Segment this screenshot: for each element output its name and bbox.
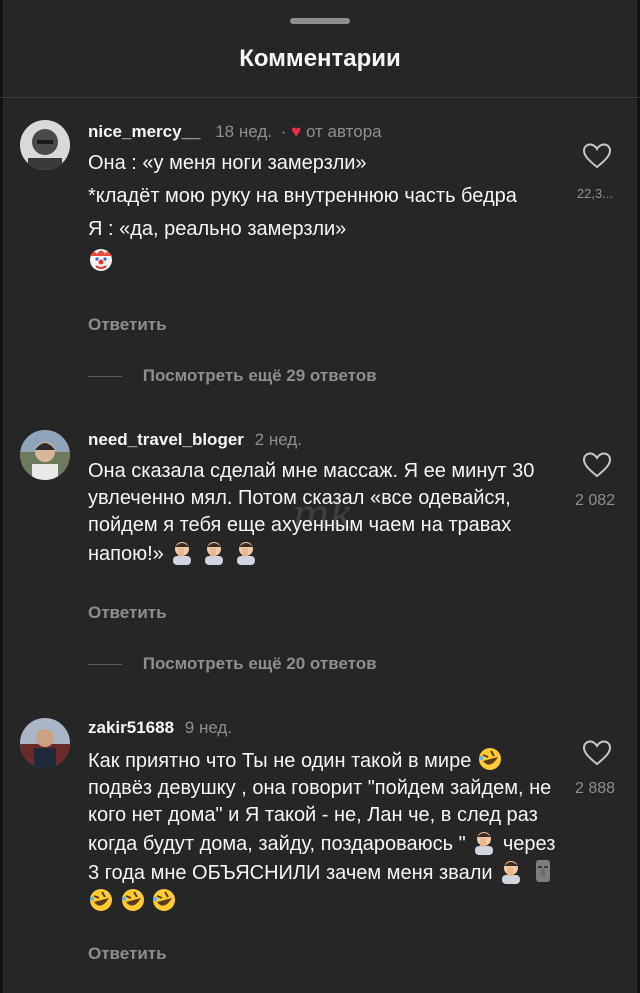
like-button[interactable] [577, 740, 617, 766]
username[interactable]: need_travel_bloger [88, 430, 244, 449]
avatar[interactable] [20, 120, 70, 170]
comment-time: 9 нед. [184, 718, 233, 737]
facepalm-icon [169, 539, 195, 565]
view-replies-button[interactable]: Посмотреть ещё 20 ответов [88, 654, 377, 674]
author-heart-icon: ♥ [291, 122, 302, 141]
view-replies-button[interactable]: Посмотреть ещё 29 ответов [88, 366, 377, 386]
comment-line: Я : «да, реально замерзли» [88, 218, 347, 240]
reply-button[interactable]: Ответить [88, 944, 167, 964]
avatar[interactable] [20, 430, 70, 480]
rofl-icon [151, 887, 177, 913]
comment-line: *кладёт мою руку на внутреннюю часть бед… [88, 185, 517, 207]
replies-line [88, 376, 122, 378]
clown-face-icon [88, 247, 114, 281]
sheet-title: Комментарии [239, 45, 401, 72]
comment-text: Она : «у меня ноги замерзли» *кладёт мою… [88, 150, 550, 281]
author-like-label: от автора [305, 122, 382, 141]
comment-line: Она : «у меня ноги замерзли» [88, 152, 367, 174]
comment-meta: zakir51688 9 нед. [88, 718, 232, 738]
view-replies-label: Посмотреть ещё 29 ответов [142, 366, 377, 385]
moai-icon [530, 858, 556, 884]
replies-line [88, 664, 122, 666]
comment-meta: nice_mercy__ 18 нед. · ♥ от автора [88, 122, 382, 142]
rofl-icon [477, 746, 503, 772]
like-button[interactable] [577, 452, 617, 478]
comment-time: 2 нед. [254, 430, 302, 449]
facepalm-icon [498, 858, 524, 884]
facepalm-icon [201, 539, 227, 565]
comment-meta: need_travel_bloger 2 нед. [88, 430, 302, 450]
reply-button[interactable]: Ответить [88, 315, 167, 335]
like-count: 2 888 [574, 780, 616, 797]
heart-icon [583, 143, 611, 169]
avatar[interactable] [20, 718, 70, 768]
comment-text: Как приятно что Ты не один такой в мире … [88, 746, 558, 916]
separator-dot: · [280, 122, 287, 141]
like-count: 2 082 [574, 492, 616, 509]
facepalm-icon [471, 829, 497, 855]
comment-body-a: Как приятно что Ты не один такой в мире [88, 750, 472, 772]
username[interactable]: zakir51688 [88, 718, 174, 737]
like-button[interactable] [577, 143, 617, 169]
heart-icon [583, 740, 611, 766]
comment-time: 18 нед. [215, 122, 272, 141]
header-divider [0, 97, 640, 98]
view-replies-label: Посмотреть ещё 20 ответов [142, 654, 377, 673]
heart-icon [583, 452, 611, 478]
rofl-icon [120, 887, 146, 913]
like-count: 22,3... [576, 186, 614, 201]
reply-button[interactable]: Ответить [88, 603, 167, 623]
frame-edge-left [0, 0, 3, 993]
rofl-icon [88, 887, 114, 913]
facepalm-icon [233, 539, 259, 565]
sheet-drag-handle[interactable] [290, 18, 350, 24]
watermark: mk [292, 492, 355, 538]
username[interactable]: nice_mercy__ [88, 122, 200, 141]
